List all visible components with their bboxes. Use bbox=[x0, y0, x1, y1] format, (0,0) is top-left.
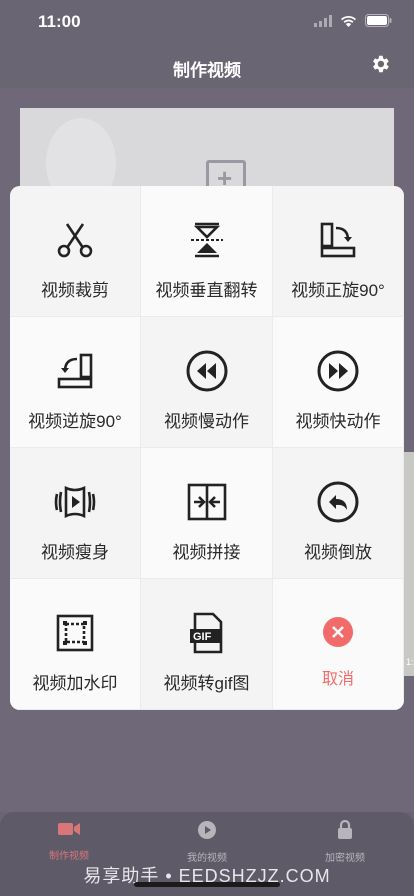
menu-item-watermark[interactable]: 视频加水印 bbox=[10, 579, 141, 710]
menu-item-rotate-left[interactable]: 视频逆旋90° bbox=[10, 317, 141, 448]
menu-label: 视频快动作 bbox=[295, 412, 381, 431]
video-thumbnail: 1:15 bbox=[404, 452, 414, 676]
menu-label: 视频慢动作 bbox=[164, 412, 249, 431]
close-icon bbox=[323, 617, 353, 647]
tab-make-video[interactable]: 制作视频 bbox=[0, 820, 138, 862]
status-time: 11:00 bbox=[38, 12, 81, 31]
menu-item-gif[interactable]: GIF 视频转gif图 bbox=[141, 579, 273, 710]
video-action-menu: 视频裁剪 视频垂直翻转 视频正旋90° 视频逆旋90° 视频慢动作 视频快动作 bbox=[10, 186, 404, 710]
vertical-flip-icon bbox=[185, 218, 229, 262]
gif-icon: GIF bbox=[185, 611, 229, 655]
wifi-icon bbox=[340, 15, 357, 27]
gear-icon bbox=[369, 53, 391, 80]
menu-label: 视频正旋90° bbox=[291, 281, 385, 300]
menu-item-compress[interactable]: 视频瘦身 bbox=[10, 448, 141, 579]
video-preview-card bbox=[20, 108, 394, 188]
slow-motion-icon bbox=[185, 349, 229, 393]
reverse-icon bbox=[316, 480, 360, 524]
menu-label: 视频转gif图 bbox=[163, 674, 250, 693]
cancel-label: 取消 bbox=[321, 671, 354, 688]
menu-label: 视频倒放 bbox=[304, 543, 372, 562]
fast-motion-icon bbox=[316, 349, 360, 393]
menu-label: 视频逆旋90° bbox=[28, 412, 122, 431]
cancel-button[interactable]: 取消 bbox=[273, 579, 404, 710]
tab-my-videos[interactable]: 我的视频 bbox=[138, 820, 276, 864]
menu-item-rotate-right[interactable]: 视频正旋90° bbox=[273, 186, 404, 317]
menu-item-crop[interactable]: 视频裁剪 bbox=[10, 186, 141, 317]
scissors-icon bbox=[53, 218, 97, 262]
compress-icon bbox=[53, 480, 97, 524]
watermark-icon bbox=[53, 611, 97, 655]
menu-item-fast-motion[interactable]: 视频快动作 bbox=[273, 317, 404, 448]
tab-encrypted-videos[interactable]: 加密视频 bbox=[276, 819, 414, 864]
menu-item-slow-motion[interactable]: 视频慢动作 bbox=[141, 317, 273, 448]
thumbnail-number: 1:15 bbox=[406, 657, 414, 667]
menu-item-merge[interactable]: 视频拼接 bbox=[141, 448, 273, 579]
menu-label: 视频拼接 bbox=[172, 543, 241, 562]
settings-button[interactable] bbox=[368, 54, 392, 78]
status-icons bbox=[314, 14, 392, 27]
page-title: 制作视频 bbox=[173, 61, 241, 80]
menu-item-reverse[interactable]: 视频倒放 bbox=[273, 448, 404, 579]
menu-label: 视频加水印 bbox=[32, 674, 118, 693]
video-camera-icon bbox=[57, 820, 81, 843]
play-circle-icon bbox=[197, 820, 217, 845]
rotate-right-icon bbox=[316, 218, 360, 262]
lock-icon bbox=[336, 819, 354, 845]
signal-icon bbox=[314, 14, 332, 27]
svg-text:GIF: GIF bbox=[193, 631, 212, 643]
menu-label: 视频瘦身 bbox=[41, 543, 109, 562]
home-indicator[interactable] bbox=[134, 882, 280, 887]
rotate-left-icon bbox=[53, 349, 97, 393]
menu-item-vertical-flip[interactable]: 视频垂直翻转 bbox=[141, 186, 273, 317]
menu-label: 视频垂直翻转 bbox=[155, 281, 258, 300]
merge-icon bbox=[185, 480, 229, 524]
battery-icon bbox=[365, 14, 392, 27]
tab-label: 制作视频 bbox=[49, 851, 89, 862]
add-video-icon bbox=[206, 160, 246, 188]
nav-bar: 制作视频 bbox=[0, 44, 414, 88]
menu-label: 视频裁剪 bbox=[41, 281, 109, 300]
status-bar: 11:00 bbox=[0, 0, 414, 44]
